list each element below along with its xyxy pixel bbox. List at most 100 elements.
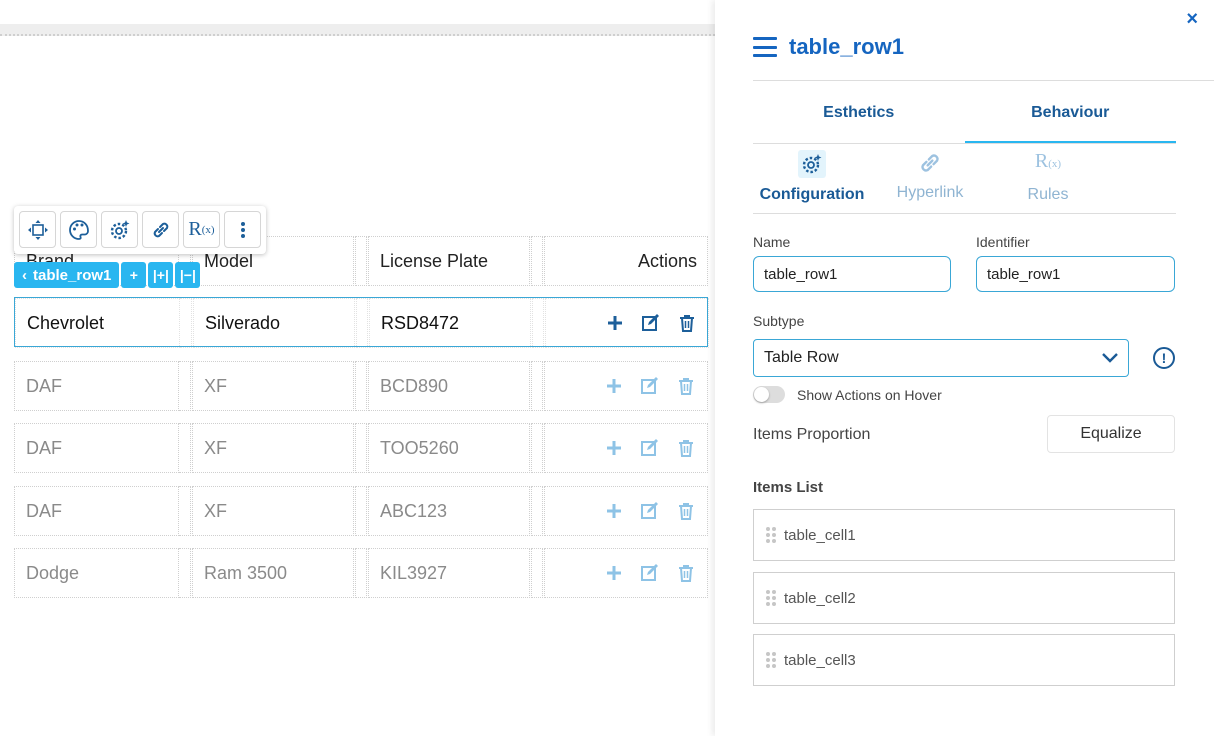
cell-plate[interactable]: TOO5260 bbox=[368, 423, 530, 473]
add-icon[interactable] bbox=[603, 375, 625, 397]
header-actions: Actions bbox=[544, 236, 708, 286]
subtab-rules[interactable]: R(x) Rules bbox=[989, 150, 1107, 213]
list-item-label: table_cell1 bbox=[784, 526, 856, 544]
add-icon[interactable] bbox=[603, 437, 625, 459]
edit-icon[interactable] bbox=[639, 375, 661, 397]
cell-actions bbox=[544, 486, 708, 536]
header-divider bbox=[753, 80, 1214, 81]
cell-actions bbox=[544, 361, 708, 411]
rules-icon[interactable]: R (x) bbox=[183, 211, 220, 248]
link-icon[interactable] bbox=[142, 211, 179, 248]
cell-brand[interactable]: DAF bbox=[14, 486, 179, 536]
list-item[interactable]: table_cell3 bbox=[753, 634, 1175, 686]
delete-icon[interactable] bbox=[675, 500, 697, 522]
delete-icon[interactable] bbox=[676, 312, 698, 334]
cell-gap bbox=[531, 236, 543, 286]
cell-plate[interactable]: BCD890 bbox=[368, 361, 530, 411]
cell-gap bbox=[179, 486, 191, 536]
delete-icon[interactable] bbox=[675, 375, 697, 397]
cell-brand[interactable]: Chevrolet bbox=[15, 298, 180, 348]
edit-icon[interactable] bbox=[639, 562, 661, 584]
cell-gap bbox=[532, 298, 544, 348]
cell-model[interactable]: XF bbox=[192, 361, 354, 411]
canvas-area: Brand Model License Plate Actions Chevro… bbox=[0, 0, 715, 736]
subtype-select[interactable]: Table Row bbox=[753, 339, 1129, 377]
move-icon[interactable] bbox=[19, 211, 56, 248]
panel-header: table_row1 bbox=[753, 34, 904, 60]
cell-plate[interactable]: RSD8472 bbox=[369, 298, 531, 348]
drag-handle-icon[interactable] bbox=[766, 652, 776, 668]
cell-gap bbox=[179, 548, 191, 598]
menu-icon[interactable] bbox=[753, 37, 777, 57]
show-actions-toggle[interactable] bbox=[753, 386, 785, 403]
rules-sub: (x) bbox=[201, 223, 215, 236]
cell-gap bbox=[531, 486, 543, 536]
cell-model[interactable]: Silverado bbox=[193, 298, 355, 348]
edit-icon[interactable] bbox=[640, 312, 662, 334]
table-row[interactable]: DAF XF TOO5260 bbox=[14, 423, 708, 473]
edit-icon[interactable] bbox=[639, 437, 661, 459]
table-row-selected[interactable]: Chevrolet Silverado RSD8472 bbox=[14, 297, 709, 348]
identifier-input[interactable] bbox=[976, 256, 1175, 292]
list-item[interactable]: table_cell2 bbox=[753, 572, 1175, 624]
add-icon[interactable] bbox=[603, 500, 625, 522]
cell-brand[interactable]: DAF bbox=[14, 361, 179, 411]
cell-model[interactable]: Ram 3500 bbox=[192, 548, 354, 598]
selected-element-label: table_row1 bbox=[33, 266, 112, 284]
info-icon[interactable]: ! bbox=[1153, 347, 1175, 369]
table-row[interactable]: DAF XF ABC123 bbox=[14, 486, 708, 536]
cell-model[interactable]: XF bbox=[192, 423, 354, 473]
cell-actions bbox=[544, 423, 708, 473]
identifier-label: Identifier bbox=[976, 234, 1030, 250]
table-row[interactable]: DAF XF BCD890 bbox=[14, 361, 708, 411]
list-item[interactable]: table_cell1 bbox=[753, 509, 1175, 561]
cell-gap bbox=[179, 423, 191, 473]
subtab-label: Configuration bbox=[759, 186, 865, 203]
cell-gap bbox=[531, 361, 543, 411]
items-proportion-label: Items Proportion bbox=[753, 426, 871, 443]
cell-plate[interactable]: ABC123 bbox=[368, 486, 530, 536]
cell-model[interactable]: XF bbox=[192, 486, 354, 536]
more-vertical-icon[interactable] bbox=[224, 211, 261, 248]
edit-icon[interactable] bbox=[639, 500, 661, 522]
equalize-button[interactable]: Equalize bbox=[1047, 415, 1175, 453]
remove-column-button[interactable]: |−| bbox=[175, 262, 201, 288]
delete-icon[interactable] bbox=[675, 562, 697, 584]
add-icon[interactable] bbox=[603, 562, 625, 584]
panel-title: table_row1 bbox=[789, 34, 904, 59]
close-icon[interactable]: × bbox=[1186, 8, 1198, 31]
subtab-label: Hyperlink bbox=[896, 184, 964, 201]
delete-icon[interactable] bbox=[675, 437, 697, 459]
header-license-plate: License Plate bbox=[368, 236, 530, 286]
cell-actions bbox=[544, 548, 708, 598]
chevron-down-icon bbox=[1102, 353, 1118, 363]
drag-handle-icon[interactable] bbox=[766, 590, 776, 606]
cell-brand[interactable]: DAF bbox=[14, 423, 179, 473]
floating-toolbar: R (x) bbox=[14, 206, 266, 254]
add-icon[interactable] bbox=[604, 312, 626, 334]
list-item-label: table_cell2 bbox=[784, 589, 856, 607]
table-row[interactable]: Dodge Ram 3500 KIL3927 bbox=[14, 548, 708, 598]
drag-handle-icon[interactable] bbox=[766, 527, 776, 543]
link-icon bbox=[921, 154, 939, 172]
tab-behaviour[interactable]: Behaviour bbox=[964, 92, 1176, 143]
properties-panel: × table_row1 Esthetics Behaviour Configu… bbox=[715, 0, 1214, 736]
tab-esthetics[interactable]: Esthetics bbox=[753, 92, 965, 143]
list-item-label: table_cell3 bbox=[784, 651, 856, 669]
items-list-heading: Items List bbox=[753, 479, 824, 496]
subtab-hyperlink[interactable]: Hyperlink bbox=[871, 150, 989, 213]
name-input[interactable] bbox=[753, 256, 951, 292]
cell-gap bbox=[356, 298, 368, 348]
subtype-value: Table Row bbox=[764, 349, 839, 366]
palette-icon[interactable] bbox=[60, 211, 97, 248]
add-element-button[interactable]: + bbox=[121, 262, 147, 288]
cell-brand[interactable]: Dodge bbox=[14, 548, 179, 598]
rules-icon: R(x) bbox=[1034, 150, 1062, 172]
insert-column-button[interactable]: |+| bbox=[148, 262, 174, 288]
cell-plate[interactable]: KIL3927 bbox=[368, 548, 530, 598]
cell-gap bbox=[531, 548, 543, 598]
subtab-configuration[interactable]: Configuration bbox=[753, 150, 871, 213]
selected-element-tag[interactable]: ‹ table_row1 bbox=[14, 262, 120, 288]
settings-sparkle-icon[interactable] bbox=[101, 211, 138, 248]
cell-gap bbox=[179, 361, 191, 411]
